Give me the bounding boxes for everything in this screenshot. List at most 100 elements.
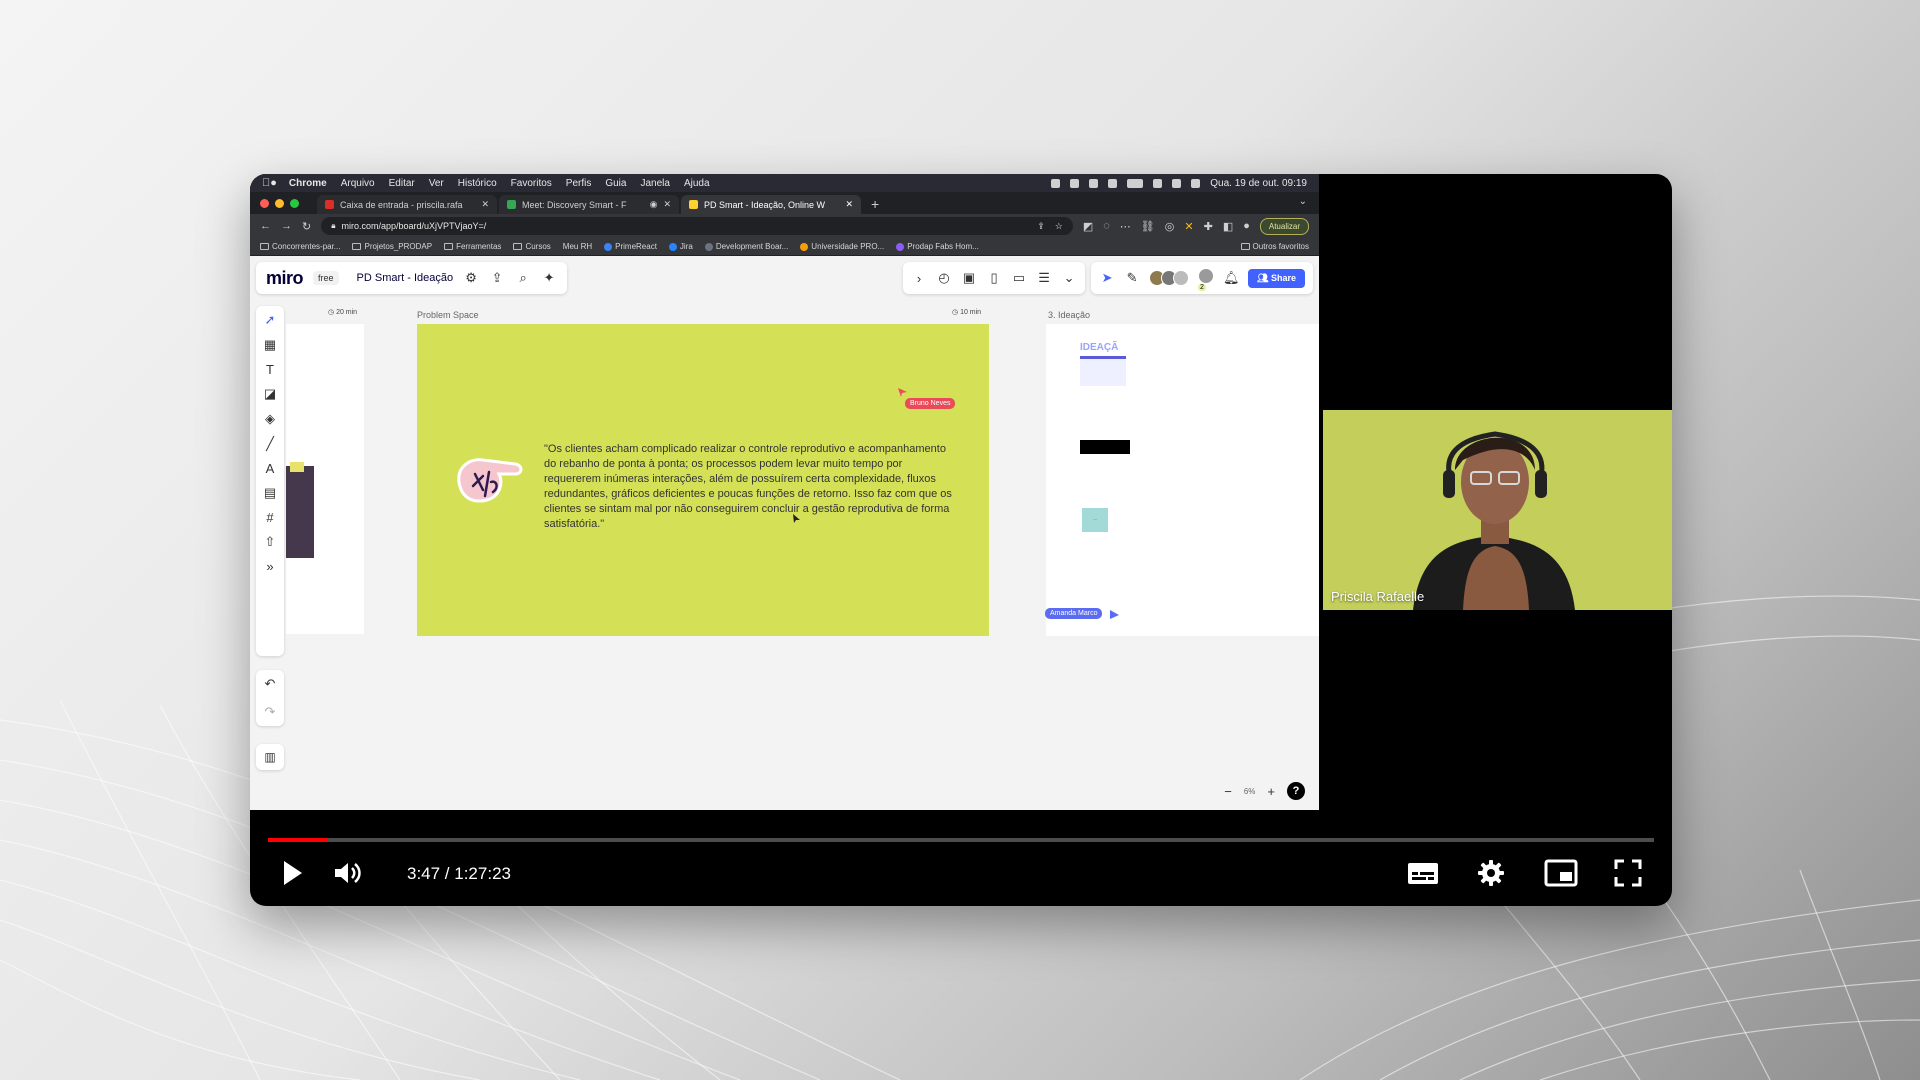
pen-tool-icon[interactable]: A <box>266 461 275 476</box>
share-page-icon[interactable]: ⇪ <box>1037 221 1045 232</box>
other-bookmarks[interactable]: Outros favoritos <box>1240 242 1309 251</box>
profile-avatar[interactable]: ● <box>1243 220 1250 232</box>
site-icon <box>704 242 713 251</box>
reload-icon[interactable]: ↻ <box>302 220 311 233</box>
miro-board[interactable]: ◷ 20 min Problem Space "Os clientes acha… <box>250 256 1319 810</box>
minimize-window-icon[interactable] <box>275 198 284 208</box>
back-icon[interactable]: ← <box>260 220 271 232</box>
upload-icon[interactable]: ⇧ <box>265 534 276 550</box>
bookmark-folder[interactable]: Projetos_PRODAP <box>352 242 432 251</box>
new-tab-icon[interactable]: + <box>871 195 879 214</box>
ideation-card[interactable] <box>1080 356 1126 386</box>
tab-search-chevron-icon[interactable]: ⌄ <box>1299 196 1307 207</box>
templates-icon[interactable]: ▦ <box>264 337 276 353</box>
tab-meet[interactable]: Meet: Discovery Smart - F ◉ ✕ <box>499 195 679 214</box>
pointing-hand-sticker[interactable] <box>453 452 527 506</box>
bookmark-link[interactable]: Prodap Fabs Hom... <box>896 242 979 251</box>
magic-icon[interactable]: ✦ <box>541 270 557 286</box>
link-extension-icon[interactable]: ⛓ <box>1141 220 1155 233</box>
video-player[interactable]: ● Chrome Arquivo Editar Ver Histórico F… <box>250 174 1672 906</box>
close-tab-icon[interactable]: ✕ <box>663 199 671 210</box>
zoom-controls: − 6% + ? <box>1216 778 1313 804</box>
notes-icon[interactable]: ☰ <box>1036 270 1052 286</box>
settings-icon[interactable]: ⚙ <box>463 270 479 286</box>
expand-chevron-icon[interactable]: › <box>911 271 927 286</box>
plan-badge[interactable]: free <box>313 271 339 285</box>
close-window-icon[interactable] <box>260 198 269 208</box>
url-text: miro.com/app/board/uXjVPTVjaoY=/ <box>341 221 487 231</box>
forward-icon[interactable]: → <box>281 220 292 232</box>
problem-statement-text[interactable]: "Os clientes acham complicado realizar o… <box>544 442 956 532</box>
bookmark-star-icon[interactable]: ☆ <box>1055 221 1063 232</box>
update-button[interactable]: Atualizar <box>1259 217 1309 235</box>
close-tab-icon[interactable]: ✕ <box>481 199 489 210</box>
extension-icon[interactable]: ⋯ <box>1120 220 1131 233</box>
share-button[interactable]: 👥︎ Share <box>1248 268 1305 288</box>
close-tab-icon[interactable]: ✕ <box>845 199 853 210</box>
frames-panel-icon[interactable]: ▥ <box>256 744 284 770</box>
problem-space-frame[interactable]: "Os clientes acham complicado realizar o… <box>417 324 989 636</box>
redo-icon[interactable]: ↷ <box>265 704 276 720</box>
maximize-window-icon[interactable] <box>290 198 299 208</box>
extension-icon[interactable]: ◌ <box>1103 220 1110 232</box>
voting-icon[interactable]: ▣ <box>961 270 977 286</box>
collaborator-avatars[interactable] <box>1149 270 1190 286</box>
notifications-bell-icon[interactable]: 🔔︎ <box>1223 270 1240 286</box>
bookmark-link[interactable]: Universidade PRO... <box>800 242 884 251</box>
miniplayer-icon[interactable] <box>1544 858 1578 888</box>
frame-tool-icon[interactable]: # <box>266 510 273 525</box>
play-icon[interactable] <box>280 858 306 888</box>
bookmark-link[interactable]: Jira <box>668 242 693 251</box>
shapes-icon[interactable]: ◈ <box>265 411 275 427</box>
bookmark-link[interactable]: PrimeReact <box>604 242 657 251</box>
subtitles-icon[interactable] <box>1407 858 1439 888</box>
bookmark-link[interactable]: Development Boar... <box>704 242 788 251</box>
timer-icon[interactable]: ◴ <box>936 270 952 286</box>
celebrate-icon[interactable]: ✎ <box>1124 270 1140 286</box>
bookmark-folder[interactable]: Cursos <box>513 242 551 251</box>
more-tools-icon[interactable]: » <box>266 559 273 574</box>
fullscreen-icon[interactable] <box>1613 858 1643 888</box>
puzzle-extensions-icon[interactable]: ✚ <box>1204 220 1213 233</box>
extension-icon[interactable]: ◎ <box>1165 220 1175 233</box>
url-bar[interactable]: 🔒︎ miro.com/app/board/uXjVPTVjaoY=/ ⇪ ☆ <box>321 217 1073 235</box>
bookmark-link[interactable]: Meu RH <box>563 242 592 251</box>
undo-icon[interactable]: ↶ <box>265 676 276 692</box>
export-icon[interactable]: ⇪ <box>489 270 505 286</box>
black-shape[interactable] <box>1080 440 1130 454</box>
board-name[interactable]: PD Smart - Ideação <box>357 272 454 284</box>
zoom-level[interactable]: 6% <box>1244 787 1256 796</box>
frame-label-ideation[interactable]: 3. Ideação <box>1048 310 1090 320</box>
extension-icon[interactable]: ✕ <box>1184 220 1193 233</box>
bookmark-folder[interactable]: Concorrentes-par... <box>260 242 340 251</box>
side-panel-icon[interactable]: ◧ <box>1223 220 1233 233</box>
bookmark-folder[interactable]: Ferramentas <box>444 242 501 251</box>
line-tool-icon[interactable]: ╱ <box>266 436 274 452</box>
sticky-note-icon[interactable]: ◪ <box>264 386 276 402</box>
tab-gmail[interactable]: Caixa de entrada - priscila.rafa ✕ <box>317 195 497 214</box>
miro-logo[interactable]: miro <box>266 268 304 289</box>
menubar-tray: Qua. 19 de out. 09:19 <box>1051 178 1307 189</box>
battery-icon <box>1127 178 1144 188</box>
avatar[interactable] <box>1173 270 1190 286</box>
volume-icon[interactable] <box>332 858 362 888</box>
select-tool-icon[interactable]: ➚ <box>265 312 276 328</box>
help-button[interactable]: ? <box>1287 782 1305 800</box>
cursor-toggle-icon[interactable]: ➤ <box>1099 270 1115 286</box>
zoom-out-icon[interactable]: − <box>1224 784 1232 799</box>
search-icon[interactable]: ⌕ <box>515 270 531 286</box>
frame-label-problem[interactable]: Problem Space <box>417 310 479 320</box>
comment-icon[interactable]: ▤ <box>264 485 276 501</box>
presence-indicator[interactable]: 2 <box>1198 267 1215 291</box>
settings-gear-icon[interactable] <box>1476 858 1506 888</box>
tab-miro[interactable]: PD Smart - Ideação, Online W ✕ <box>681 195 861 214</box>
present-icon[interactable]: ▭ <box>1011 270 1027 286</box>
extension-icon[interactable]: ◩ <box>1083 220 1093 233</box>
dark-block[interactable] <box>286 466 314 558</box>
sticky-note[interactable] <box>290 462 304 472</box>
zoom-in-icon[interactable]: + <box>1267 784 1275 799</box>
reactions-icon[interactable]: ▯ <box>986 270 1002 286</box>
text-tool-icon[interactable]: T <box>266 362 274 377</box>
more-chevron-icon[interactable]: ⌄ <box>1061 270 1077 286</box>
teal-sticky-note[interactable]: ·· <box>1082 508 1108 532</box>
